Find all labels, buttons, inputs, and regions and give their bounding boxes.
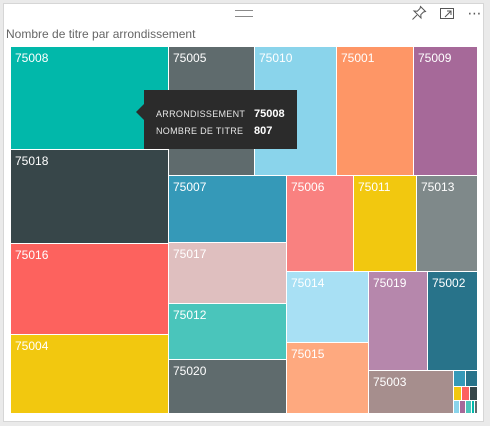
treemap-tile-label: 75009 — [418, 51, 452, 65]
treemap-tile-75009[interactable]: 75009 — [414, 47, 478, 176]
treemap-tile-small[interactable] — [454, 371, 466, 387]
treemap-tile-label: 75003 — [373, 375, 407, 389]
treemap-tile-label: 75019 — [373, 276, 407, 290]
treemap-tile-75013[interactable]: 75013 — [417, 176, 478, 272]
tooltip-row-arrondissement: ARRONDISSEMENT 75008 — [156, 105, 297, 122]
tooltip: ARRONDISSEMENT 75008 NOMBRE DE TITRE 807 — [136, 90, 297, 149]
treemap-tile-small[interactable] — [466, 371, 478, 387]
treemap-tile-75017[interactable]: 75017 — [169, 243, 287, 304]
tooltip-row-nombre: NOMBRE DE TITRE 807 — [156, 122, 297, 139]
treemap-tile-75006[interactable]: 75006 — [287, 176, 354, 272]
treemap-tile-label: 75004 — [15, 339, 49, 353]
treemap-tile-label: 75011 — [358, 180, 391, 194]
treemap-tile-75002[interactable]: 75002 — [428, 272, 478, 371]
treemap-tile-small[interactable] — [454, 387, 462, 401]
treemap-tile-75014[interactable]: 75014 — [287, 272, 369, 343]
treemap-tile-75001[interactable]: 75001 — [337, 47, 414, 176]
treemap-tile-label: 75010 — [259, 51, 293, 65]
tooltip-value-nombre: 807 — [254, 124, 273, 137]
treemap-tile-label: 75001 — [341, 51, 375, 65]
treemap-tile-label: 75005 — [173, 51, 207, 65]
treemap-tile-75019[interactable]: 75019 — [369, 272, 428, 371]
treemap-tile-label: 75008 — [15, 51, 49, 65]
treemap-tile-label: 75002 — [432, 276, 466, 290]
treemap-tile-75003[interactable]: 75003 — [369, 371, 454, 414]
tooltip-key-arrondissement: ARRONDISSEMENT — [156, 108, 246, 119]
treemap-tile-label: 75020 — [173, 364, 207, 378]
treemap-tile-75016[interactable]: 75016 — [11, 244, 169, 335]
treemap-tile-label: 75006 — [291, 180, 325, 194]
treemap-tile-label: 75017 — [173, 247, 207, 261]
tooltip-key-nombre: NOMBRE DE TITRE — [156, 125, 244, 136]
treemap-tile-75011[interactable]: 75011 — [354, 176, 417, 272]
treemap-tile-75015[interactable]: 75015 — [287, 343, 369, 414]
treemap-tile-label: 75015 — [291, 347, 325, 361]
treemap-area: 75008 75005 75010 75001 75009 75018 75007 75006… — [0, 0, 490, 426]
treemap-tile-label: 75018 — [15, 154, 49, 168]
treemap-tile-label: 75013 — [421, 180, 455, 194]
treemap-tile-label: 75014 — [291, 276, 325, 290]
treemap-tile-75020[interactable]: 75020 — [169, 360, 287, 414]
treemap-tile-75018[interactable]: 75018 — [11, 150, 169, 244]
treemap-tile-small[interactable] — [475, 401, 478, 414]
treemap-tile-label: 75016 — [15, 248, 49, 262]
treemap-tile-label: 75007 — [173, 180, 207, 194]
treemap-tile-75004[interactable]: 75004 — [11, 335, 169, 414]
treemap-tile-small[interactable] — [462, 387, 470, 401]
treemap-tile-75007[interactable]: 75007 — [169, 176, 287, 243]
treemap-tile-small[interactable] — [470, 387, 478, 401]
treemap-tile-label: 75012 — [173, 308, 207, 322]
treemap-tile-75012[interactable]: 75012 — [169, 304, 287, 360]
tooltip-value-arrondissement: 75008 — [254, 107, 285, 120]
